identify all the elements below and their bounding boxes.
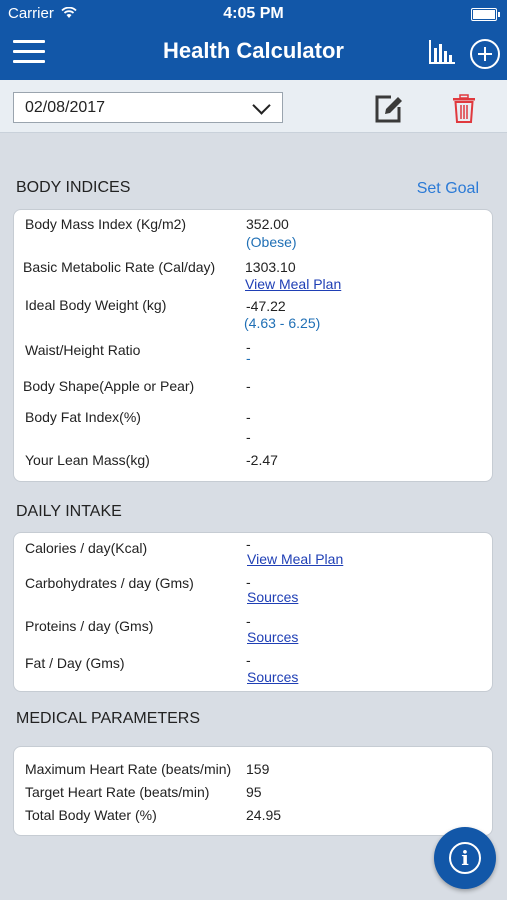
status-bar: Carrier 4:05 PM (0, 0, 507, 28)
chevron-down-icon (252, 96, 271, 115)
row-value: -47.22 (246, 298, 286, 314)
row-label: Body Mass Index (Kg/m2) (25, 216, 187, 232)
chart-icon[interactable] (427, 38, 457, 66)
plus-circle-icon[interactable] (470, 39, 500, 69)
row-value: 95 (246, 784, 262, 800)
row-value: 24.95 (246, 807, 282, 823)
row-subvalue: - (246, 350, 251, 366)
row-subvalue: - (246, 429, 251, 445)
row-value: - (246, 536, 251, 552)
row-label: Basic Metabolic Rate (Cal/day) (23, 259, 216, 275)
medical-parameters-card: Maximum Heart Rate (beats/min) 159 Targe… (13, 746, 493, 836)
info-button[interactable]: i (434, 827, 496, 889)
section-title-body-indices: BODY INDICES (16, 179, 131, 196)
row-label: Body Shape(Apple or Pear) (23, 378, 195, 394)
toolbar: 02/08/2017 (0, 80, 507, 133)
view-meal-plan-link[interactable]: View Meal Plan (247, 551, 343, 567)
row-value: - (246, 574, 251, 590)
row-label: Waist/Height Ratio (25, 342, 141, 358)
row-value: - (246, 409, 251, 425)
row-label: Carbohydrates / day (Gms) (25, 575, 194, 591)
trash-icon[interactable] (452, 94, 476, 124)
row-value: - (246, 652, 251, 668)
section-title-daily-intake: DAILY INTAKE (16, 503, 122, 520)
row-value: -2.47 (246, 452, 278, 468)
row-value: 159 (246, 761, 270, 777)
row-value: 1303.10 (245, 259, 296, 275)
row-label: Calories / day(Kcal) (25, 540, 148, 556)
nav-bar: Health Calculator (0, 28, 507, 80)
daily-intake-card: Calories / day(Kcal) - View Meal Plan Ca… (13, 532, 493, 692)
row-label: Proteins / day (Gms) (25, 618, 154, 634)
sources-link[interactable]: Sources (247, 669, 298, 685)
body-indices-card: Body Mass Index (Kg/m2) 352.00 (Obese) B… (13, 209, 493, 482)
row-label: Body Fat Index(%) (25, 409, 141, 425)
section-title-medical-parameters: MEDICAL PARAMETERS (16, 710, 201, 727)
date-value: 02/08/2017 (25, 99, 106, 116)
row-value: - (246, 613, 251, 629)
sources-link[interactable]: Sources (247, 589, 298, 605)
row-subvalue: (4.63 - 6.25) (244, 315, 321, 331)
info-icon: i (449, 842, 481, 874)
view-meal-plan-link[interactable]: View Meal Plan (245, 276, 341, 292)
row-value: 352.00 (246, 216, 289, 232)
status-time: 4:05 PM (223, 5, 284, 22)
row-label: Maximum Heart Rate (beats/min) (25, 761, 232, 777)
row-subvalue: (Obese) (246, 234, 297, 250)
row-value: - (246, 378, 251, 394)
battery-icon (471, 8, 500, 21)
sources-link[interactable]: Sources (247, 629, 298, 645)
edit-icon[interactable] (373, 94, 403, 124)
row-label: Ideal Body Weight (kg) (25, 297, 167, 313)
row-label: Your Lean Mass(kg) (25, 452, 150, 468)
row-label: Target Heart Rate (beats/min) (25, 784, 210, 800)
date-dropdown[interactable]: 02/08/2017 (13, 92, 283, 123)
row-label: Fat / Day (Gms) (25, 655, 125, 671)
row-label: Total Body Water (%) (25, 807, 157, 823)
set-goal-link[interactable]: Set Goal (417, 180, 479, 198)
